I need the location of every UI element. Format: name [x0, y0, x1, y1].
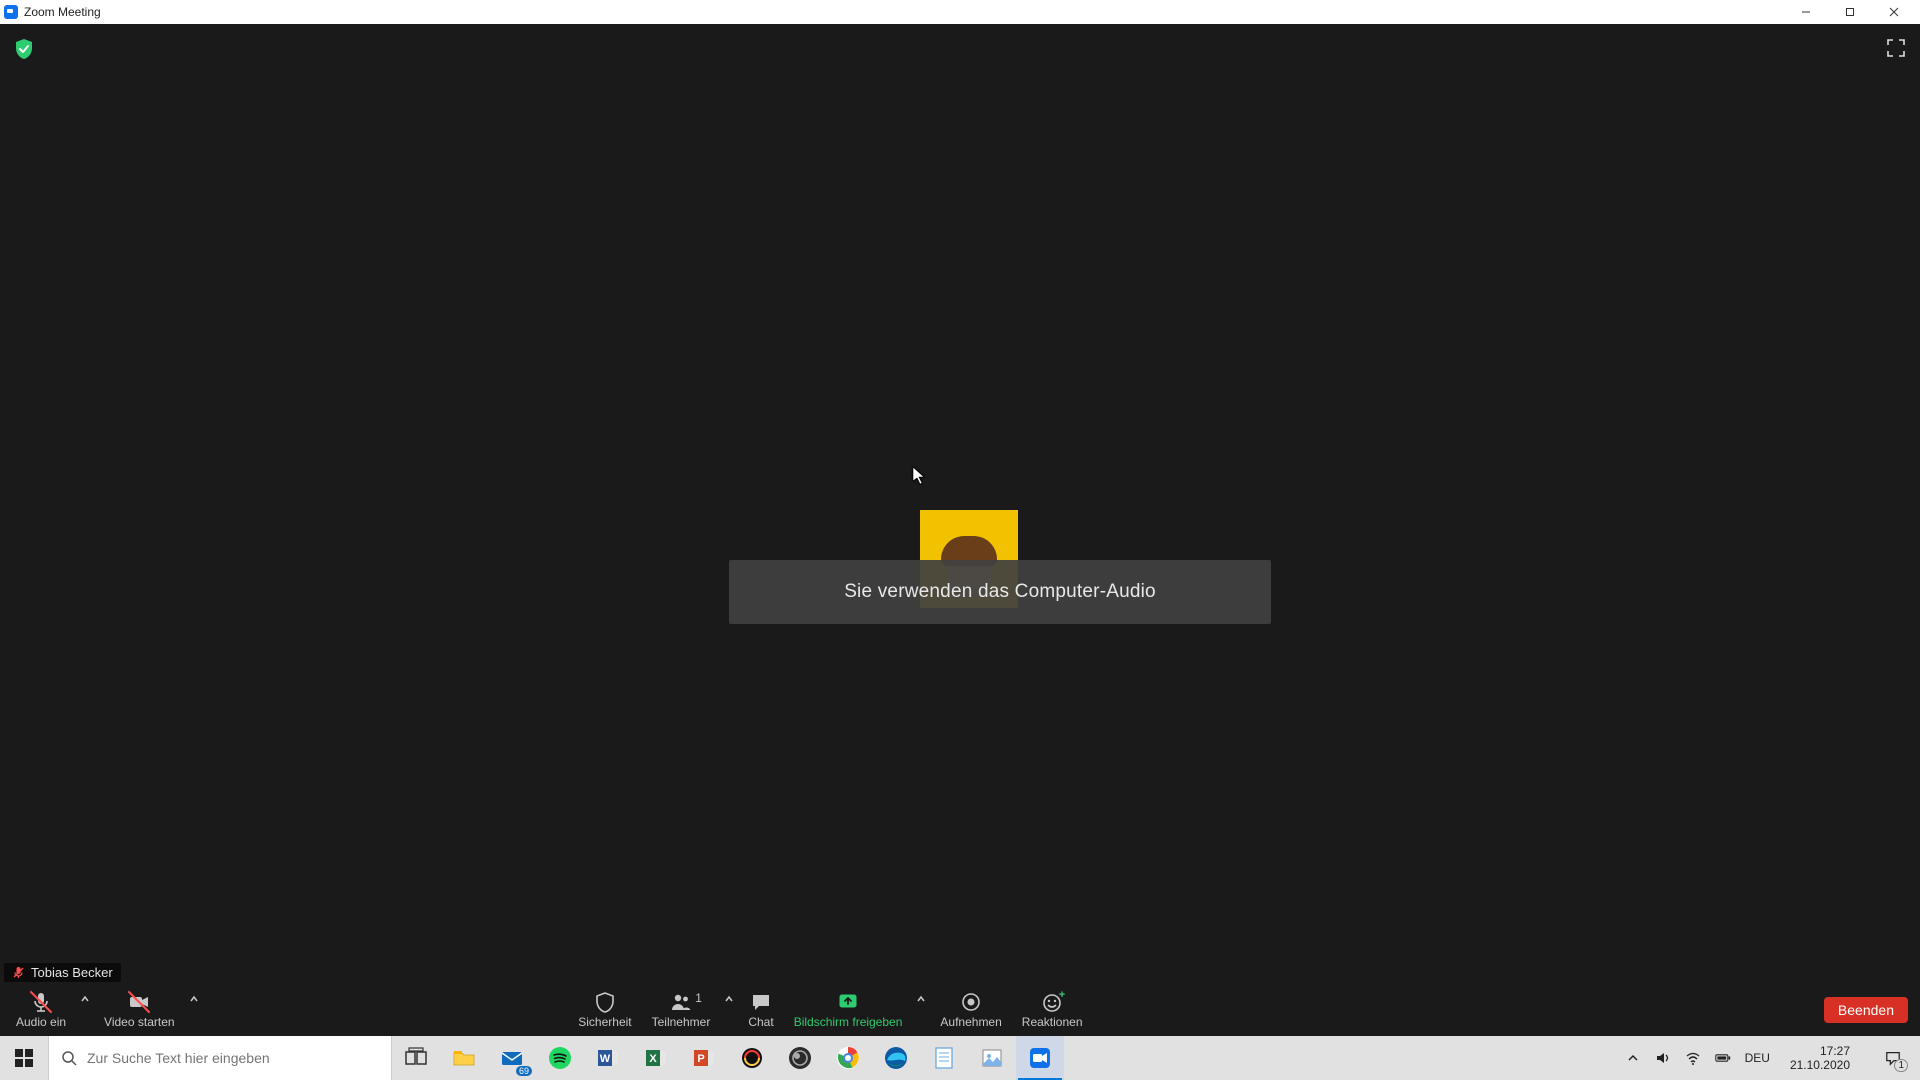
- meeting-area: Sie verwenden das Computer-Audio Tobias …: [0, 24, 1920, 1036]
- share-screen-button[interactable]: Bildschirm freigeben: [784, 984, 913, 1036]
- taskbar-search[interactable]: [48, 1036, 392, 1080]
- end-label: Beenden: [1838, 1002, 1894, 1018]
- svg-text:W: W: [600, 1053, 611, 1065]
- svg-text:P: P: [697, 1053, 704, 1065]
- photo-viewer-taskbar-icon[interactable]: [968, 1036, 1016, 1080]
- video-off-icon: [128, 991, 150, 1013]
- chrome-taskbar-icon[interactable]: [824, 1036, 872, 1080]
- taskbar-search-input[interactable]: [87, 1050, 379, 1066]
- edge-taskbar-icon[interactable]: [872, 1036, 920, 1080]
- tray-volume-icon[interactable]: [1655, 1036, 1671, 1080]
- video-label: Video starten: [104, 1015, 175, 1029]
- end-meeting-button[interactable]: Beenden: [1824, 997, 1908, 1023]
- video-toggle-button[interactable]: Video starten: [94, 984, 185, 1036]
- participant-count: 1: [695, 991, 702, 1005]
- tray-time: 17:27: [1820, 1044, 1850, 1058]
- participants-icon: 1: [670, 991, 692, 1013]
- record-icon: [960, 991, 982, 1013]
- mouse-cursor-icon: [912, 466, 926, 486]
- microphone-muted-icon: [30, 991, 52, 1013]
- tray-wifi-icon[interactable]: [1685, 1036, 1701, 1080]
- zoom-app-icon: [4, 5, 18, 19]
- task-view-button[interactable]: [392, 1036, 440, 1080]
- file-explorer-taskbar-icon[interactable]: [440, 1036, 488, 1080]
- window-titlebar: Zoom Meeting: [0, 0, 1920, 24]
- audio-options-caret[interactable]: [76, 984, 94, 1036]
- excel-taskbar-icon[interactable]: X: [632, 1036, 680, 1080]
- spotify-taskbar-icon[interactable]: [536, 1036, 584, 1080]
- window-title: Zoom Meeting: [24, 5, 101, 19]
- security-label: Sicherheit: [578, 1015, 631, 1029]
- reactions-button[interactable]: + Reaktionen: [1012, 984, 1093, 1036]
- meeting-controls: Audio ein Video starten Siche: [0, 984, 1920, 1036]
- system-tray: DEU 17:27 21.10.2020 1: [1625, 1036, 1920, 1080]
- enter-fullscreen-button[interactable]: [1886, 38, 1906, 58]
- participants-label: Teilnehmer: [652, 1015, 711, 1029]
- tray-date: 21.10.2020: [1790, 1058, 1850, 1072]
- tray-language-text: DEU: [1745, 1051, 1770, 1065]
- shield-icon: [594, 991, 616, 1013]
- action-center-button[interactable]: 1: [1870, 1036, 1916, 1080]
- record-label: Aufnehmen: [940, 1015, 1001, 1029]
- share-label: Bildschirm freigeben: [794, 1015, 903, 1029]
- reactions-icon: +: [1041, 991, 1063, 1013]
- audio-toggle-button[interactable]: Audio ein: [6, 984, 76, 1036]
- close-button[interactable]: [1872, 0, 1916, 24]
- self-name-badge: Tobias Becker: [4, 963, 121, 982]
- word-taskbar-icon[interactable]: W: [584, 1036, 632, 1080]
- mic-muted-icon: [12, 966, 25, 979]
- tray-clock[interactable]: 17:27 21.10.2020: [1784, 1044, 1856, 1072]
- start-button[interactable]: [0, 1036, 48, 1080]
- share-screen-icon: [837, 991, 859, 1013]
- maximize-button[interactable]: [1828, 0, 1872, 24]
- share-options-caret[interactable]: [912, 984, 930, 1036]
- tray-overflow-caret[interactable]: [1625, 1036, 1641, 1080]
- reactions-label: Reaktionen: [1022, 1015, 1083, 1029]
- zoom-taskbar-icon[interactable]: [1016, 1036, 1064, 1080]
- security-button[interactable]: Sicherheit: [568, 984, 641, 1036]
- mail-taskbar-icon[interactable]: 69: [488, 1036, 536, 1080]
- audio-toast: Sie verwenden das Computer-Audio: [729, 560, 1271, 624]
- audio-toast-text: Sie verwenden das Computer-Audio: [844, 581, 1156, 603]
- chat-label: Chat: [748, 1015, 773, 1029]
- plus-indicator-icon: +: [1059, 989, 1065, 1001]
- participants-button[interactable]: 1 Teilnehmer: [642, 984, 721, 1036]
- svg-text:X: X: [649, 1053, 657, 1065]
- video-options-caret[interactable]: [185, 984, 203, 1036]
- chat-button[interactable]: Chat: [738, 984, 783, 1036]
- obs-taskbar-icon[interactable]: [776, 1036, 824, 1080]
- record-button[interactable]: Aufnehmen: [930, 984, 1011, 1036]
- search-icon: [61, 1050, 77, 1066]
- tray-language[interactable]: DEU: [1745, 1036, 1770, 1080]
- notepad-taskbar-icon[interactable]: [920, 1036, 968, 1080]
- tray-battery-icon[interactable]: [1715, 1036, 1731, 1080]
- powerpoint-taskbar-icon[interactable]: P: [680, 1036, 728, 1080]
- participants-options-caret[interactable]: [720, 984, 738, 1036]
- encryption-shield-icon[interactable]: [14, 38, 34, 60]
- minimize-button[interactable]: [1784, 0, 1828, 24]
- mail-badge: 69: [516, 1066, 532, 1076]
- self-name-text: Tobias Becker: [31, 965, 113, 980]
- notification-count: 1: [1894, 1059, 1908, 1072]
- app-taskbar-icon-1[interactable]: [728, 1036, 776, 1080]
- audio-label: Audio ein: [16, 1015, 66, 1029]
- chat-icon: [750, 991, 772, 1013]
- windows-taskbar: 69 W X P: [0, 1036, 1920, 1080]
